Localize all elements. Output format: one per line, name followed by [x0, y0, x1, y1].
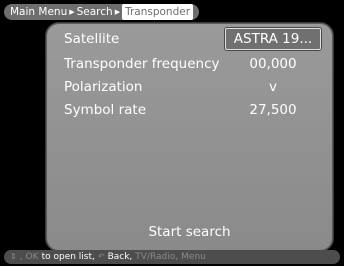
breadcrumb-separator-icon: ▶ — [69, 8, 75, 16]
polarization-value[interactable]: v — [223, 77, 323, 97]
start-search-button[interactable]: Start search — [46, 222, 333, 242]
symbol-rate-label: Symbol rate — [64, 102, 147, 118]
satellite-label: Satellite — [64, 31, 120, 47]
symbol-rate-row[interactable]: Symbol rate 27,500 — [64, 100, 323, 120]
tv-radio-label: TV/Radio, — [135, 252, 179, 262]
transponder-frequency-value[interactable]: 00,000 — [223, 54, 323, 74]
transponder-frequency-label: Transponder frequency — [64, 56, 220, 72]
breadcrumb-separator-icon: ▶ — [114, 8, 121, 16]
to-open-list-label: to open list, — [41, 252, 95, 262]
breadcrumb: Main Menu ▶ Search ▶ Transponder — [4, 4, 200, 20]
polarization-row[interactable]: Polarization v — [64, 77, 323, 97]
up-down-arrows-icon: ⇕ — [10, 252, 17, 261]
breadcrumb-search[interactable]: Search — [77, 4, 113, 20]
satellite-select[interactable]: ASTRA 19... — [225, 28, 321, 50]
breadcrumb-main-menu[interactable]: Main Menu — [10, 4, 67, 20]
satellite-row[interactable]: Satellite ASTRA 19... — [64, 28, 323, 50]
polarization-label: Polarization — [64, 79, 143, 95]
back-arrow-icon: ↶ — [97, 252, 105, 261]
ok-key-label: OK — [25, 252, 39, 262]
back-label: Back, — [107, 252, 133, 262]
menu-label: Menu — [181, 252, 206, 262]
breadcrumb-transponder: Transponder — [122, 4, 194, 20]
transponder-settings-panel: Satellite ASTRA 19... Transponder freque… — [45, 22, 334, 252]
comma-sep: , — [19, 252, 23, 262]
transponder-frequency-row[interactable]: Transponder frequency 00,000 — [64, 54, 323, 74]
symbol-rate-value[interactable]: 27,500 — [223, 100, 323, 120]
help-bar: ⇕ , OK to open list, ↶ Back, TV/Radio, M… — [4, 250, 340, 264]
